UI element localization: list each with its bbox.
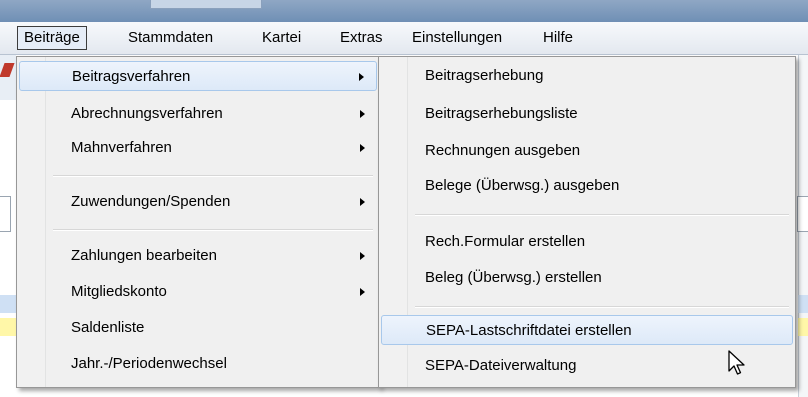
menu-item-rechnungen-ausgeben[interactable]: Rechnungen ausgeben xyxy=(381,136,793,166)
menu-item-label: Mitgliedskonto xyxy=(71,283,167,300)
menu-item-label: SEPA-Lastschriftdatei erstellen xyxy=(426,322,632,339)
menu-item-label: Mahnverfahren xyxy=(71,139,172,156)
beitragsverfahren-submenu: Beitragserhebung Beitragserhebungsliste … xyxy=(378,56,796,388)
menu-item-label: Jahr.-/Periodenwechsel xyxy=(71,355,227,372)
title-tab-fragment xyxy=(150,0,262,9)
mouse-pointer-icon xyxy=(728,350,745,375)
background-row-yellow-right xyxy=(798,318,808,336)
menu-item-label: Saldenliste xyxy=(71,319,145,336)
menu-item-zahlungen-bearbeiten[interactable]: Zahlungen bearbeiten xyxy=(19,241,377,271)
menu-item-sepa-lastschriftdatei-erstellen[interactable]: SEPA-Lastschriftdatei erstellen xyxy=(381,315,793,345)
submenu-arrow-icon xyxy=(360,252,365,260)
menu-einstellungen[interactable]: Einstellungen xyxy=(412,29,502,47)
menu-kartei[interactable]: Kartei xyxy=(262,29,301,47)
background-toolbar-fragment xyxy=(0,55,16,100)
submenu-arrow-icon xyxy=(359,73,364,81)
menu-item-saldenliste[interactable]: Saldenliste xyxy=(19,313,377,343)
background-row-yellow xyxy=(0,318,16,336)
background-field-right xyxy=(797,196,808,232)
background-row-blue xyxy=(0,295,16,313)
menu-item-mahnverfahren[interactable]: Mahnverfahren xyxy=(19,133,377,163)
menu-separator xyxy=(415,214,789,216)
menu-item-label: Abrechnungsverfahren xyxy=(71,105,223,122)
menu-item-beitragsverfahren[interactable]: Beitragsverfahren xyxy=(19,61,377,91)
menu-item-label: Rech.Formular erstellen xyxy=(425,233,586,250)
menu-stammdaten[interactable]: Stammdaten xyxy=(128,29,213,47)
menu-item-jahr-periodenwechsel[interactable]: Jahr.-/Periodenwechsel xyxy=(19,349,377,379)
menu-separator xyxy=(415,306,789,308)
submenu-arrow-icon xyxy=(360,198,365,206)
menu-item-abrechnungsverfahren[interactable]: Abrechnungsverfahren xyxy=(19,99,377,129)
menu-item-label: Belege (Überwsg.) ausgeben xyxy=(425,177,620,194)
submenu-arrow-icon xyxy=(360,288,365,296)
background-row-blue-right xyxy=(798,295,808,313)
menu-bar: Beiträge Stammdaten Kartei Extras Einste… xyxy=(0,22,808,55)
menu-item-label: SEPA-Dateiverwaltung xyxy=(425,357,577,374)
submenu-arrow-icon xyxy=(360,110,365,118)
menu-item-label: Beleg (Überwsg.) erstellen xyxy=(425,269,602,286)
menu-item-mitgliedskonto[interactable]: Mitgliedskonto xyxy=(19,277,377,307)
menu-hilfe[interactable]: Hilfe xyxy=(543,29,573,47)
menu-item-beleg-erstellen[interactable]: Beleg (Überwsg.) erstellen xyxy=(381,263,793,293)
menu-separator xyxy=(53,175,373,177)
menu-item-beitragserhebungsliste[interactable]: Beitragserhebungsliste xyxy=(381,99,793,129)
menu-item-label: Beitragserhebung xyxy=(425,67,544,84)
menu-beitraege[interactable]: Beiträge xyxy=(17,26,87,50)
menu-item-beitragserhebung[interactable]: Beitragserhebung xyxy=(381,61,793,91)
menu-separator xyxy=(53,229,373,231)
menu-item-label: Zahlungen bearbeiten xyxy=(71,247,217,264)
menu-item-belege-ausgeben[interactable]: Belege (Überwsg.) ausgeben xyxy=(381,171,793,201)
menu-item-zuwendungen-spenden[interactable]: Zuwendungen/Spenden xyxy=(19,187,377,217)
window-title-bar xyxy=(0,0,808,22)
menu-item-label: Rechnungen ausgeben xyxy=(425,142,581,159)
menu-item-rech-formular-erstellen[interactable]: Rech.Formular erstellen xyxy=(381,227,793,257)
menu-item-label: Beitragsverfahren xyxy=(72,68,191,85)
menu-item-label: Beitragserhebungsliste xyxy=(425,105,578,122)
beitraege-dropdown: Beitragsverfahren Abrechnungsverfahren M… xyxy=(16,56,380,388)
menu-extras[interactable]: Extras xyxy=(340,29,383,47)
submenu-arrow-icon xyxy=(360,144,365,152)
background-field-left xyxy=(0,196,11,232)
menu-item-label: Zuwendungen/Spenden xyxy=(71,193,231,210)
